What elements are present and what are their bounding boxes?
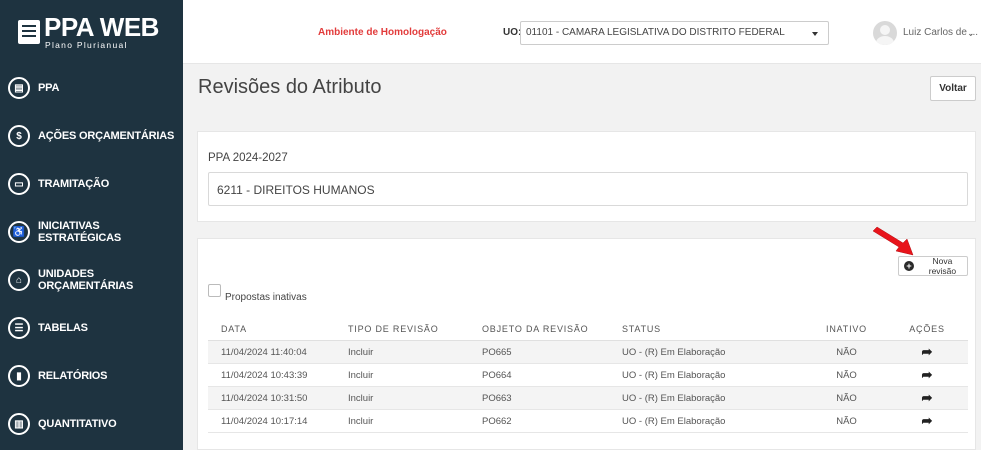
program-field: 6211 - DIREITOS HUMANOS (208, 172, 968, 206)
file-icon: ▮ (8, 365, 30, 387)
cell-type: Incluir (348, 392, 374, 404)
ppa-label: PPA 2024-2027 (208, 152, 288, 164)
cell-date: 11/04/2024 10:31:50 (221, 392, 308, 404)
cell-inactive: NÃO (836, 369, 857, 381)
program-info-card: PPA 2024-2027 6211 - DIREITOS HUMANOS (197, 131, 976, 222)
cell-status: UO - (R) Em Elaboração (622, 369, 726, 381)
table-row[interactable]: 11/04/2024 10:17:14 Incluir PO662 UO - (R) … (208, 410, 968, 433)
list-icon: ☰ (8, 317, 30, 339)
page-title: Revisões do Atributo (198, 76, 382, 98)
sidebar-item-label: UNIDADES ORÇAMENTÁRIAS (38, 268, 134, 292)
logo-book-icon (18, 20, 40, 44)
environment-label: Ambiente de Homologação (318, 27, 447, 38)
accessibility-icon: ♿ (8, 221, 30, 243)
table-header: DATA TIPO DE REVISÃO OBJETO DA REVISÃO S… (208, 318, 968, 341)
table-body: 11/04/2024 11:40:04 Incluir PO665 UO - (R) … (208, 341, 968, 433)
sidebar-item[interactable]: ☰ TABELAS (0, 304, 183, 352)
sidebar-item[interactable]: ▤ PPA (0, 64, 183, 112)
table-row[interactable]: 11/04/2024 11:40:04 Incluir PO665 UO - (R) … (208, 341, 968, 364)
sidebar-item-label: PPA (38, 82, 60, 94)
cell-type: Incluir (348, 369, 374, 381)
institution-icon: ⌂ (8, 269, 30, 291)
cell-date: 11/04/2024 11:40:04 (221, 346, 307, 358)
red-arrow-icon (872, 226, 914, 256)
plus-circle-icon: + (904, 261, 914, 271)
inactive-proposals-label: Propostas inativas (225, 292, 307, 303)
cell-type: Incluir (348, 346, 374, 358)
column-header[interactable]: TIPO DE REVISÃO (345, 324, 482, 334)
cell-actions: ➦ (886, 345, 968, 359)
sidebar-item[interactable]: ▮ RELATÓRIOS (0, 352, 183, 400)
inactive-proposals-checkbox[interactable] (208, 284, 221, 297)
cell-actions: ➦ (886, 414, 968, 428)
sidebar-item-label: TABELAS (38, 322, 88, 334)
app-title: PPA WEB (44, 12, 159, 43)
cell-status: UO - (R) Em Elaboração (622, 392, 726, 404)
app-logo[interactable]: PPA WEB Plano Plurianual (0, 0, 183, 64)
share-arrow-icon[interactable]: ➦ (922, 391, 933, 404)
column-header[interactable]: STATUS (622, 324, 807, 334)
uo-select-value: 01101 - CAMARA LEGISLATIVA DO DISTRITO F… (526, 27, 785, 38)
share-arrow-icon[interactable]: ➦ (922, 414, 933, 427)
column-header[interactable]: DATA (208, 324, 345, 334)
cell-status: UO - (R) Em Elaboração (622, 346, 726, 358)
column-header[interactable]: INATIVO (807, 324, 886, 334)
cell-inactive: NÃO (836, 415, 857, 427)
dollar-icon: $ (8, 125, 30, 147)
sidebar-item[interactable]: $ AÇÕES ORÇAMENTÁRIAS (0, 112, 183, 160)
cell-object: PO664 (482, 369, 512, 381)
new-revision-button[interactable]: + Nova revisão (898, 256, 968, 276)
sidebar: PPA WEB Plano Plurianual ▤ PPA $ AÇÕES ORÇA… (0, 0, 183, 450)
cell-object: PO662 (482, 415, 512, 427)
column-header: AÇÕES (909, 324, 945, 334)
revisions-card: + Nova revisão Propostas inativas DATA T… (197, 226, 976, 450)
sidebar-item[interactable]: ▭ TRAMITAÇÃO (0, 160, 183, 208)
sidebar-item-label: AÇÕES ORÇAMENTÁRIAS (38, 130, 175, 142)
top-bar: Ambiente de Homologação UO: 01101 - CAMA… (183, 0, 981, 64)
cell-actions: ➦ (886, 391, 968, 405)
inbox-icon: ▭ (8, 173, 30, 195)
cell-object: PO663 (482, 392, 512, 404)
sidebar-item-label: INICIATIVAS ESTRATÉGICAS (38, 220, 121, 244)
back-button[interactable]: Voltar (930, 76, 976, 101)
sidebar-item-label: TRAMITAÇÃO (38, 178, 110, 190)
sidebar-item-label: RELATÓRIOS (38, 370, 108, 382)
cell-type: Incluir (348, 415, 374, 427)
table-row[interactable]: 11/04/2024 10:43:39 Incluir PO664 UO - (R) … (208, 364, 968, 387)
user-menu-chevron-icon[interactable]: ⌄ (967, 28, 975, 39)
uo-label: UO: (503, 27, 522, 38)
cell-object: PO665 (482, 346, 512, 358)
cell-date: 11/04/2024 10:43:39 (221, 369, 308, 381)
sidebar-item-label: QUANTITATIVO (38, 418, 117, 430)
column-header[interactable]: OBJETO DA REVISÃO (482, 324, 622, 334)
revisions-table: DATA TIPO DE REVISÃO OBJETO DA REVISÃO S… (208, 318, 968, 433)
new-revision-label: Nova revisão (928, 256, 957, 276)
cell-actions: ➦ (886, 368, 968, 382)
user-avatar[interactable] (873, 21, 897, 45)
sidebar-item[interactable]: ▥ QUANTITATIVO (0, 400, 183, 448)
share-arrow-icon[interactable]: ➦ (922, 368, 933, 381)
cell-inactive: NÃO (836, 346, 857, 358)
book-icon: ▤ (8, 77, 30, 99)
sidebar-item[interactable]: ⌂ UNIDADES ORÇAMENTÁRIAS (0, 256, 183, 304)
sidebar-nav: ▤ PPA $ AÇÕES ORÇAMENTÁRIAS ▭ TRAMITAÇÃO ♿ INIC… (0, 64, 183, 448)
table-row[interactable]: 11/04/2024 10:31:50 Incluir PO663 UO - (R) … (208, 387, 968, 410)
share-arrow-icon[interactable]: ➦ (922, 345, 933, 358)
app-root: PPA WEB Plano Plurianual ▤ PPA $ AÇÕES ORÇA… (0, 0, 981, 450)
sidebar-item[interactable]: ♿ INICIATIVAS ESTRATÉGICAS (0, 208, 183, 256)
chart-icon: ▥ (8, 413, 30, 435)
app-subtitle: Plano Plurianual (45, 40, 128, 51)
uo-select[interactable]: 01101 - CAMARA LEGISLATIVA DO DISTRITO F… (520, 21, 829, 45)
cell-status: UO - (R) Em Elaboração (622, 415, 726, 427)
chevron-down-icon (812, 32, 818, 36)
cell-inactive: NÃO (836, 392, 857, 404)
cell-date: 11/04/2024 10:17:14 (221, 415, 308, 427)
